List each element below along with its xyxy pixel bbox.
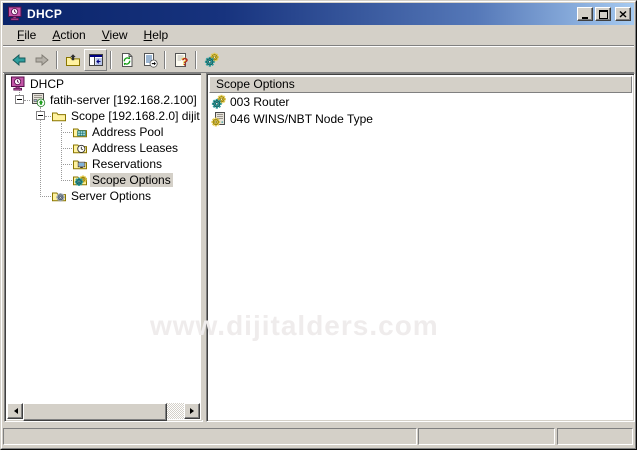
server-icon (30, 92, 46, 108)
column-header-scope-options[interactable]: Scope Options (209, 76, 632, 93)
window-controls (577, 7, 631, 21)
toolbar-separator (195, 51, 197, 69)
toolbar: ?? (3, 47, 634, 73)
tree-connector (40, 196, 51, 197)
maximize-icon (599, 10, 608, 19)
scrollbar-thumb[interactable] (23, 403, 167, 421)
scope-options-icon (72, 172, 88, 188)
reservations-icon (72, 156, 88, 172)
tree-item-dhcp[interactable]: DHCP (7, 76, 200, 92)
tree-item-address-leases[interactable]: Address Leases (7, 140, 200, 156)
scroll-right-arrow-icon (190, 408, 197, 414)
address-leases-icon (72, 140, 88, 156)
back-button[interactable] (7, 49, 30, 71)
minimize-button[interactable] (577, 7, 593, 21)
export-list-icon (142, 52, 158, 68)
menu-item-action[interactable]: Action (44, 26, 93, 44)
back-arrow-icon (11, 52, 27, 68)
dhcp-app-icon (7, 6, 23, 22)
tree-item-scope-192-168-2-0-dijitald[interactable]: Scope [192.168.2.0] dijitald (7, 108, 200, 124)
scroll-left-button[interactable] (7, 403, 23, 419)
list-item-label: 003 Router (230, 95, 289, 109)
tree-item-scope-options[interactable]: Scope Options (7, 172, 200, 188)
tree-connector (61, 148, 72, 149)
close-icon (619, 11, 627, 18)
dhcp-console-window: DHCP FileActionViewHelp ?? DHCP fatih-ser… (0, 0, 637, 450)
tree-label: Scope [192.168.2.0] dijitald (69, 109, 200, 123)
status-bar (2, 425, 635, 446)
toolbar-separator (56, 51, 58, 69)
tree-label: Server Options (69, 189, 153, 203)
title-bar: DHCP (3, 3, 634, 25)
window-title: DHCP (27, 7, 577, 21)
help-button[interactable]: ?? (169, 49, 192, 71)
tree-label: Reservations (90, 157, 164, 171)
forward-button[interactable] (30, 49, 53, 71)
tree-connector (61, 132, 72, 133)
tree-connector (61, 164, 72, 165)
option-gears-icon (211, 94, 227, 110)
up-folder-icon (65, 52, 81, 68)
tree-item-fatih-server-192-168-2-100[interactable]: fatih-server [192.168.2.100] (7, 92, 200, 108)
scroll-right-button[interactable] (184, 403, 200, 419)
forward-arrow-icon (34, 52, 50, 68)
up-one-level-button[interactable] (61, 49, 84, 71)
toolbar-separator (164, 51, 166, 69)
column-header-label: Scope Options (216, 77, 295, 91)
console-tree: DHCP fatih-server [192.168.2.100] Scope [1… (7, 76, 200, 403)
console-tree-icon (88, 52, 104, 68)
address-pool-icon (72, 124, 88, 140)
window-inner-frame: DHCP FileActionViewHelp ?? DHCP fatih-ser… (1, 1, 636, 449)
show-hide-console-tree-button[interactable] (84, 49, 107, 71)
option-server-icon (211, 111, 227, 127)
tree-label: DHCP (28, 77, 66, 91)
export-list-button[interactable] (138, 49, 161, 71)
options-list: 003 Router 046 WINS/NBT Node Type (209, 93, 632, 419)
tree-horizontal-scrollbar (7, 403, 200, 419)
close-button[interactable] (615, 7, 631, 21)
tree-label: Address Leases (90, 141, 180, 155)
server-options-icon (51, 188, 67, 204)
status-panel-3 (557, 428, 633, 445)
maximize-button[interactable] (595, 7, 611, 21)
tree-item-address-pool[interactable]: Address Pool (7, 124, 200, 140)
list-item-label: 046 WINS/NBT Node Type (230, 112, 373, 126)
list-item-046-wins-nbt-node-type[interactable]: 046 WINS/NBT Node Type (209, 110, 632, 127)
refresh-icon (119, 52, 135, 68)
scroll-left-arrow-icon (11, 408, 18, 414)
minimize-icon (582, 17, 588, 19)
tree-label: fatih-server [192.168.2.100] (48, 93, 199, 107)
tree-label: Address Pool (90, 125, 165, 139)
gears-button[interactable] (200, 49, 223, 71)
status-panel-2 (418, 428, 555, 445)
tree-label: Scope Options (90, 173, 173, 187)
tree-item-server-options[interactable]: Server Options (7, 188, 200, 204)
results-panel: Scope Options 003 Router 046 WINS/NBT Nod… (206, 73, 635, 422)
dhcp-root-icon (10, 76, 26, 92)
folder-closed-icon (51, 108, 67, 124)
gears-icon (204, 52, 220, 68)
refresh-button[interactable] (115, 49, 138, 71)
menu-item-help[interactable]: Help (136, 26, 177, 44)
menu-item-view[interactable]: View (94, 26, 136, 44)
menu-item-file[interactable]: File (9, 26, 44, 44)
help-icon: ?? (173, 52, 189, 68)
list-item-003-router[interactable]: 003 Router (209, 93, 632, 110)
svg-text:?: ? (181, 56, 188, 67)
tree-expander-minus[interactable] (36, 111, 45, 120)
console-tree-panel: DHCP fatih-server [192.168.2.100] Scope [1… (4, 73, 203, 422)
status-panel-1 (3, 428, 417, 445)
toolbar-separator (110, 51, 112, 69)
menu-bar: FileActionViewHelp (3, 25, 634, 46)
tree-item-reservations[interactable]: Reservations (7, 156, 200, 172)
tree-connector (61, 180, 72, 181)
tree-expander-minus[interactable] (15, 95, 24, 104)
